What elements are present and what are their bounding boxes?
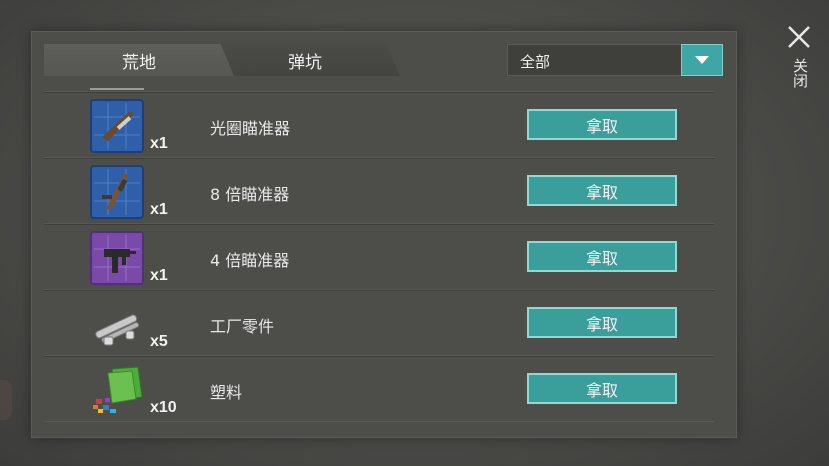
item-quantity: x10: [150, 399, 177, 416]
list-item: x1 4 倍瞄准器 拿取: [44, 224, 714, 290]
item-name: 工厂零件: [210, 317, 275, 336]
list-item: x1 8 倍瞄准器 拿取: [44, 158, 714, 224]
item-quantity: x1: [150, 135, 168, 152]
tab-crater[interactable]: 弹坑: [210, 44, 400, 76]
take-button[interactable]: 拿取: [527, 109, 677, 140]
close-label: 关闭: [791, 58, 809, 88]
blueprint-smg-purple-icon: [90, 231, 144, 285]
take-button[interactable]: 拿取: [527, 241, 677, 272]
item-name: 4 倍瞄准器: [210, 251, 290, 270]
item-quantity: x1: [150, 267, 168, 284]
item-name: 塑料: [210, 383, 243, 402]
item-quantity: x5: [150, 333, 168, 350]
list-item: x5 工厂零件 拿取: [44, 290, 714, 356]
plastic-icon: [90, 363, 144, 417]
tab-crater-label: 弹坑: [288, 52, 322, 73]
blueprint-rifle-icon: [90, 165, 144, 219]
blueprint-shotgun-icon: [90, 99, 144, 153]
factory-parts-icon: [90, 297, 144, 351]
take-button[interactable]: 拿取: [527, 307, 677, 338]
take-button[interactable]: 拿取: [527, 175, 677, 206]
take-button[interactable]: 拿取: [527, 373, 677, 404]
tab-wasteland-label: 荒地: [122, 52, 156, 73]
item-list[interactable]: x1 光圈瞄准器 拿取 x1 8 倍瞄准器 拿取 x1 4 倍瞄准器 拿取 x5…: [44, 88, 714, 424]
close-icon: [788, 26, 810, 48]
close-button[interactable]: [786, 24, 812, 50]
list-item: x1 光圈瞄准器 拿取: [44, 92, 714, 158]
background-fragment: [0, 380, 12, 420]
partial-item-icon: [90, 88, 144, 90]
chevron-down-icon: [695, 55, 709, 64]
item-name: 8 倍瞄准器: [210, 185, 290, 204]
list-item: x10 塑料 拿取: [44, 356, 714, 422]
loot-panel: 弹坑 荒地 全部 x1 光圈瞄准器 拿取 x1 8 倍瞄准器 拿取 x1 4 倍…: [31, 31, 737, 438]
dropdown-toggle-button[interactable]: [681, 44, 723, 76]
tab-wasteland[interactable]: 荒地: [44, 44, 234, 76]
filter-dropdown[interactable]: 全部: [507, 44, 723, 76]
item-quantity: x1: [150, 201, 168, 218]
filter-selected-value: 全部: [520, 53, 551, 71]
item-name: 光圈瞄准器: [210, 119, 291, 138]
